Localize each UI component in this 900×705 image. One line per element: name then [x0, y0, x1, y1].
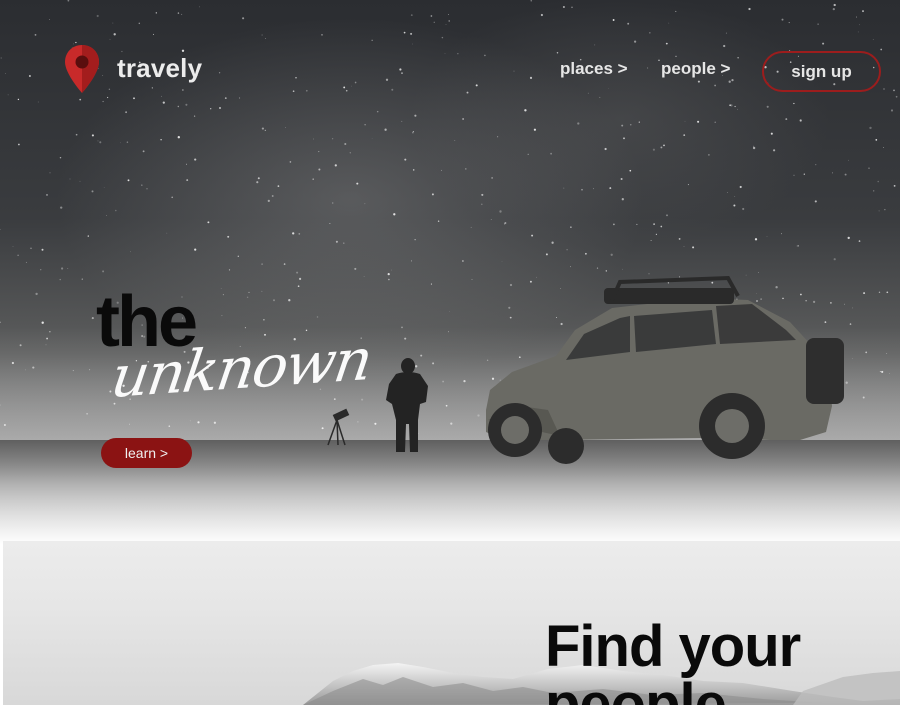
nav-places-link[interactable]: places >: [560, 59, 628, 79]
brand-name: travely: [117, 52, 203, 83]
person-silhouette: [386, 358, 428, 452]
suv-silhouette: [486, 275, 844, 464]
section-title-line1: Find your: [545, 614, 801, 679]
hero-section: travely places > people > sign up the un…: [0, 0, 900, 545]
find-people-section: Find your people: [3, 541, 900, 705]
nav-people-link[interactable]: people >: [661, 59, 730, 79]
telescope-silhouette: [327, 408, 350, 446]
brand-logo[interactable]: travely: [64, 44, 202, 94]
sign-up-button[interactable]: sign up: [762, 51, 881, 92]
section-title-line2: people: [545, 672, 727, 705]
hero-headline-script: unknown: [107, 325, 376, 411]
learn-more-button[interactable]: learn >: [101, 438, 192, 468]
map-pin-icon: [65, 45, 99, 93]
